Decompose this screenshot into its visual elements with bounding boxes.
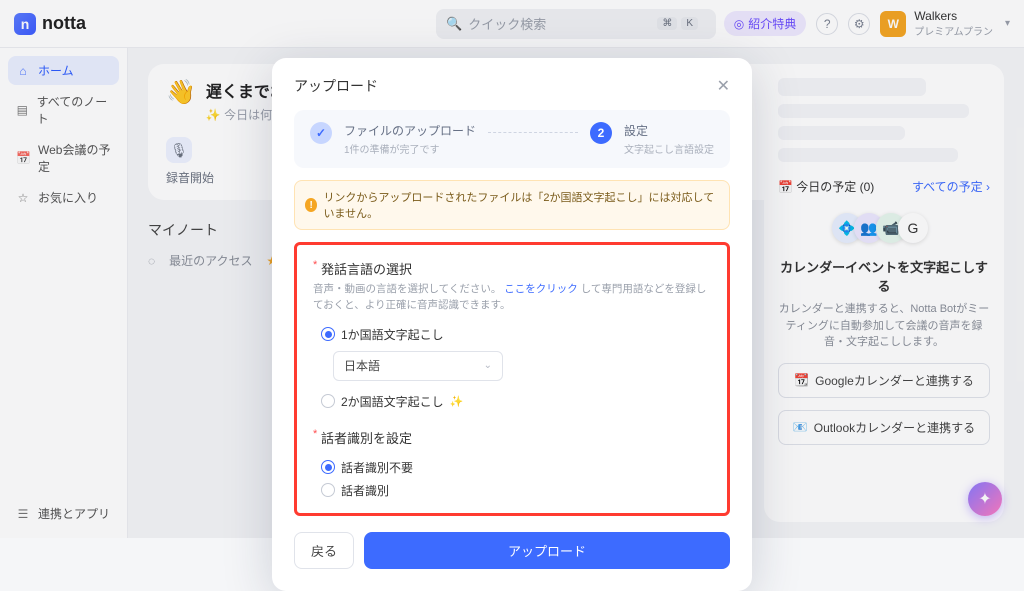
warning-icon: ! bbox=[305, 198, 317, 212]
step1-sub: 1件の準備が完了です bbox=[344, 141, 476, 156]
sparkle-icon: ✨ bbox=[450, 395, 464, 408]
step2-label: 設定 bbox=[624, 122, 714, 139]
radio-single-language[interactable]: 1か国語文字起こし bbox=[313, 326, 711, 343]
language-select[interactable]: 日本語 ⌄ bbox=[333, 351, 503, 381]
dictionary-link[interactable]: ここをクリック bbox=[504, 283, 578, 295]
language-select-value: 日本語 bbox=[344, 357, 380, 374]
radio-speaker-on-label: 話者識別 bbox=[341, 482, 389, 499]
highlight-frame: 発話言語の選択 音声・動画の言語を選択してください。 ここをクリック して専門用… bbox=[294, 242, 730, 516]
upload-modal: アップロード ✕ ファイルのアップロード 1件の準備が完了です 2 設定 文字起… bbox=[272, 58, 752, 591]
step1-label: ファイルのアップロード bbox=[344, 122, 476, 139]
radio-icon bbox=[321, 483, 335, 497]
radio-dual-label: 2か国語文字起こし bbox=[341, 393, 444, 410]
radio-icon-checked bbox=[321, 327, 335, 341]
radio-icon bbox=[321, 394, 335, 408]
step1-done-icon bbox=[310, 122, 332, 144]
stepper-divider bbox=[488, 132, 578, 133]
upload-button[interactable]: アップロード bbox=[364, 532, 730, 569]
speaker-section-heading: 話者識別を設定 bbox=[313, 428, 711, 447]
close-icon[interactable]: ✕ bbox=[717, 76, 730, 96]
chevron-down-icon: ⌄ bbox=[484, 360, 492, 371]
modal-overlay: アップロード ✕ ファイルのアップロード 1件の準備が完了です 2 設定 文字起… bbox=[0, 0, 1024, 538]
modal-title: アップロード bbox=[294, 76, 378, 96]
warning-banner: ! リンクからアップロードされたファイルは「2か国語文字起こし」には対応していま… bbox=[294, 180, 730, 230]
stepper: ファイルのアップロード 1件の準備が完了です 2 設定 文字起こし言語設定 bbox=[294, 110, 730, 168]
language-section-desc: 音声・動画の言語を選択してください。 ここをクリック して専門用語などを登録して… bbox=[313, 282, 711, 314]
radio-icon-checked bbox=[321, 460, 335, 474]
radio-dual-language[interactable]: 2か国語文字起こし ✨ bbox=[313, 393, 711, 410]
radio-speaker-on[interactable]: 話者識別 bbox=[313, 482, 711, 499]
back-button[interactable]: 戻る bbox=[294, 532, 354, 569]
modal-footer: 戻る アップロード bbox=[294, 532, 730, 569]
step2-icon: 2 bbox=[590, 122, 612, 144]
step2-sub: 文字起こし言語設定 bbox=[624, 141, 714, 156]
radio-speaker-none[interactable]: 話者識別不要 bbox=[313, 459, 711, 476]
radio-speaker-none-label: 話者識別不要 bbox=[341, 459, 413, 476]
warning-text: リンクからアップロードされたファイルは「2か国語文字起こし」には対応していません… bbox=[323, 189, 719, 221]
language-section-heading: 発話言語の選択 bbox=[313, 259, 711, 278]
radio-single-label: 1か国語文字起こし bbox=[341, 326, 444, 343]
